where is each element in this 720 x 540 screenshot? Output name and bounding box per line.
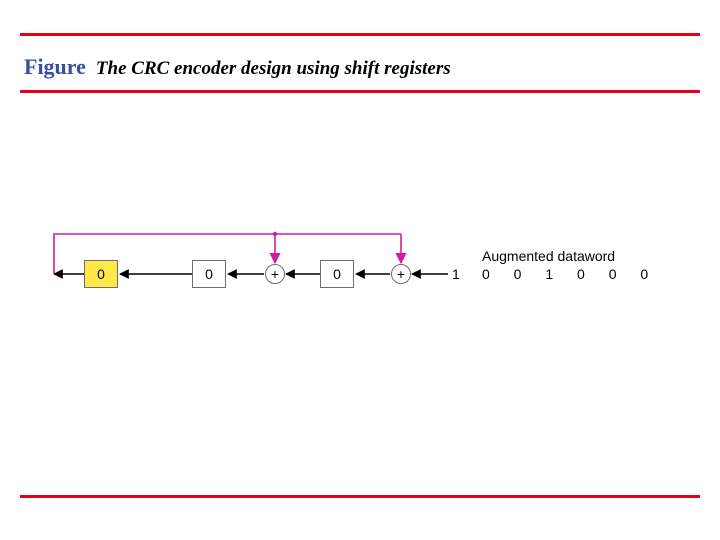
- shift-register-1: 0: [192, 260, 226, 288]
- augmented-dataword-label: Augmented dataword: [482, 248, 615, 264]
- shift-register-2: 0: [320, 260, 354, 288]
- input-bit: 1: [452, 266, 460, 282]
- shift-register-0: 0: [84, 260, 118, 288]
- xor-gate-left: +: [265, 264, 285, 284]
- xor-symbol: +: [397, 266, 405, 282]
- top-rule-lower: [20, 90, 700, 93]
- xor-symbol: +: [271, 266, 279, 282]
- xor-gate-right: +: [391, 264, 411, 284]
- register-value: 0: [97, 266, 105, 282]
- crc-encoder-diagram: 0 0 + 0 + 1 Augmented dataword 0 0 1 0 0…: [20, 220, 700, 340]
- register-value: 0: [333, 266, 341, 282]
- top-rule-upper: [20, 33, 700, 36]
- figure-word: Figure: [24, 54, 86, 80]
- bottom-rule: [20, 495, 700, 498]
- register-value: 0: [205, 266, 213, 282]
- augmented-dataword-bits: 0 0 1 0 0 0: [482, 266, 658, 282]
- figure-caption: The CRC encoder design using shift regis…: [96, 58, 451, 80]
- figure-title: Figure The CRC encoder design using shif…: [24, 54, 451, 80]
